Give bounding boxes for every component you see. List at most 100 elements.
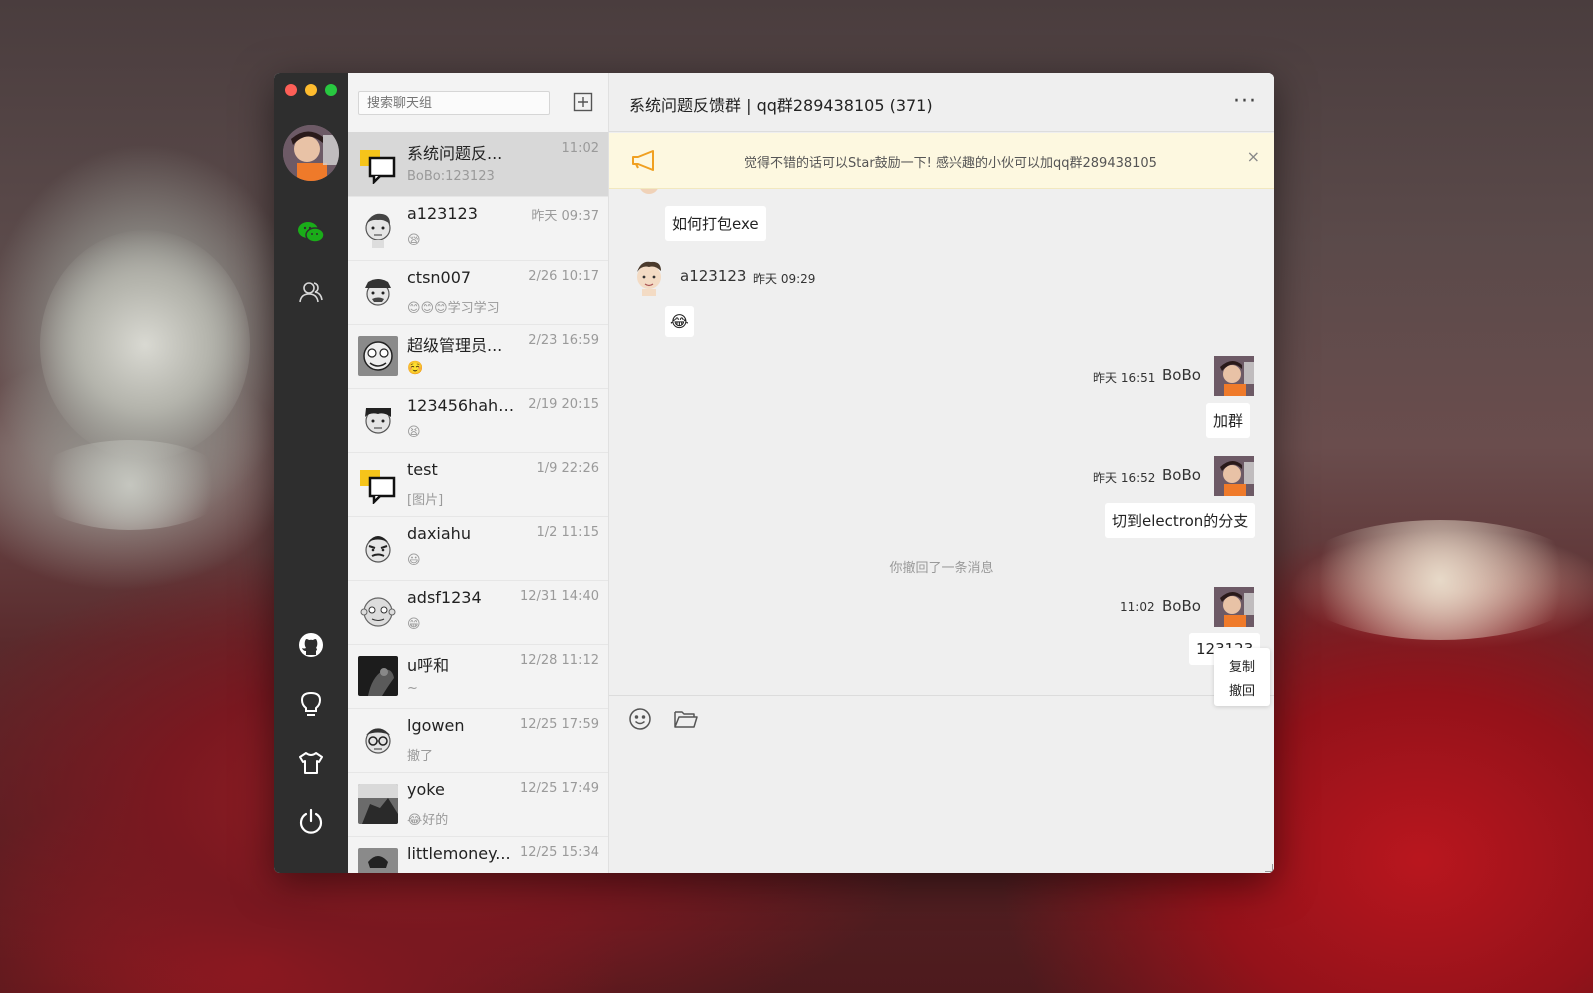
conversation-preview: 😂好的 [407, 809, 448, 828]
conversation-time: 12/31 14:40 [519, 589, 599, 604]
conversation-time: 1/9 22:26 [536, 461, 599, 476]
conversation-time: 2/19 20:15 [528, 397, 599, 412]
app-window: 系统问题反... 11:02 BoBo:123123 a123123 昨天 09:37 😪… [274, 73, 1274, 873]
chat-panel: 系统问题反馈群 | qq群289438105 (371) ··· 如何打包exe… [609, 73, 1274, 873]
avatar [358, 464, 398, 504]
contacts-icon[interactable] [294, 275, 328, 309]
message-time: 11:02 [1120, 600, 1155, 614]
avatar [358, 656, 398, 696]
folder-icon[interactable] [674, 709, 698, 733]
resize-handle[interactable] [1265, 864, 1273, 872]
preview-text: ~ [407, 681, 418, 696]
conversation-preview: 撤了 [407, 745, 433, 764]
system-notice: 你撤回了一条消息 [889, 561, 994, 576]
conversation-name: ctsn007 [407, 268, 472, 287]
input-area[interactable] [609, 695, 1274, 873]
conversation-name: 超级管理员... [407, 336, 503, 355]
conversation-item[interactable]: test 1/9 22:26 [图片] [348, 452, 608, 517]
background-blob [1290, 520, 1590, 640]
preview-text: BoBo:123123 [407, 169, 495, 184]
chat-header: 系统问题反馈群 | qq群289438105 (371) ··· [609, 73, 1274, 132]
avatar [358, 528, 398, 568]
conversation-item[interactable]: u呼和 12/28 11:12 ~ [348, 644, 608, 709]
menu-item-recall[interactable]: 撤回 [1214, 680, 1270, 704]
conversation-item[interactable]: yoke 12/25 17:49 😂好的 [348, 772, 608, 837]
avatar[interactable] [629, 256, 669, 296]
search-input[interactable] [358, 91, 550, 115]
conversation-time: 2/23 16:59 [528, 333, 599, 348]
conversation-name: adsf1234 [407, 588, 482, 607]
sender-name: a123123 [680, 267, 747, 285]
emoji-icon[interactable] [628, 707, 652, 735]
message-time: 昨天 16:51 [1093, 371, 1156, 385]
conversation-item[interactable]: a123123 昨天 09:37 😪 [348, 196, 608, 261]
more-options-button[interactable]: ··· [1228, 89, 1262, 115]
conversation-list: 系统问题反... 11:02 BoBo:123123 a123123 昨天 09:37 😪… [348, 73, 609, 873]
avatar [358, 400, 398, 440]
avatar[interactable] [1214, 356, 1254, 396]
github-icon[interactable] [294, 628, 328, 662]
bulb-icon[interactable] [294, 687, 328, 721]
avatar [358, 720, 398, 760]
power-icon[interactable] [294, 804, 328, 838]
sidebar [274, 73, 348, 873]
conversation-time: 12/25 15:34 [519, 845, 599, 860]
background-blob [40, 230, 250, 460]
conversation-preview: ☺️ [407, 361, 423, 376]
conversation-preview: 😊😊😊学习学习 [407, 297, 500, 316]
conversation-item[interactable]: littlemoney... 12/25 15:34 [348, 836, 608, 873]
add-group-button[interactable] [572, 91, 594, 113]
conversation-time: 11:02 [561, 141, 599, 156]
conversation-item[interactable]: adsf1234 12/31 14:40 😁 [348, 580, 608, 645]
conversation-name: test [407, 460, 438, 479]
sender-name: BoBo [1162, 366, 1201, 384]
close-icon[interactable]: × [1247, 147, 1260, 166]
wechat-icon[interactable] [294, 215, 328, 249]
message-time: 昨天 09:29 [753, 272, 816, 286]
conversation-item[interactable]: 123456haha... 2/19 20:15 😫 [348, 388, 608, 453]
maximize-window-button[interactable] [325, 84, 337, 96]
avatar [358, 592, 398, 632]
message-bubble[interactable]: 😂 [665, 306, 694, 337]
message-bubble[interactable]: 切到electron的分支 [1105, 503, 1256, 538]
conversation-time: 12/25 17:49 [519, 781, 599, 796]
preview-text: 好的 [422, 813, 449, 828]
sender-name: BoBo [1162, 597, 1201, 615]
emoji: 😫 [407, 425, 421, 440]
conversation-item[interactable]: 超级管理员... 2/23 16:59 ☺️ [348, 324, 608, 389]
avatar [358, 144, 398, 184]
conversation-time: 12/28 11:12 [519, 653, 599, 668]
avatar [358, 208, 398, 248]
preview-text: 学习学习 [447, 301, 500, 316]
conversation-item[interactable]: 系统问题反... 11:02 BoBo:123123 [348, 132, 608, 197]
preview-text: 撤了 [407, 749, 434, 764]
conversation-name: 123456haha... [407, 396, 522, 415]
minimize-window-button[interactable] [305, 84, 317, 96]
menu-item-copy[interactable]: 复制 [1214, 656, 1270, 680]
preview-text: [图片] [407, 493, 444, 508]
avatar[interactable] [1214, 456, 1254, 496]
emoji: 😁 [407, 617, 421, 632]
avatar[interactable] [1214, 587, 1254, 627]
avatar [358, 784, 398, 824]
emoji: ☺️ [407, 361, 424, 376]
conversation-item[interactable]: lgowen 12/25 17:59 撤了 [348, 708, 608, 773]
conversation-preview: 😪 [407, 233, 421, 248]
conversation-name: 系统问题反... [407, 144, 503, 163]
chat-title: 系统问题反馈群 | qq群289438105 (371) [629, 96, 933, 115]
message-bubble[interactable]: 如何打包exe [665, 206, 766, 241]
emoji: 😂 [670, 312, 689, 331]
conversation-preview: [图片] [407, 489, 443, 508]
close-window-button[interactable] [285, 84, 297, 96]
background-blob [30, 440, 230, 530]
tshirt-icon[interactable] [294, 746, 328, 780]
conversation-item[interactable]: ctsn007 2/26 10:17 😊😊😊学习学习 [348, 260, 608, 325]
message-bubble[interactable]: 加群 [1206, 403, 1251, 438]
emoji: 😂 [407, 813, 423, 828]
message-time: 昨天 16:52 [1093, 471, 1156, 485]
avatar [358, 336, 398, 376]
conversation-item[interactable]: daxiahu 1/2 11:15 😃 [348, 516, 608, 581]
conversation-time: 2/26 10:17 [528, 269, 599, 284]
conversation-name: u呼和 [407, 656, 450, 675]
my-avatar[interactable] [283, 125, 339, 181]
